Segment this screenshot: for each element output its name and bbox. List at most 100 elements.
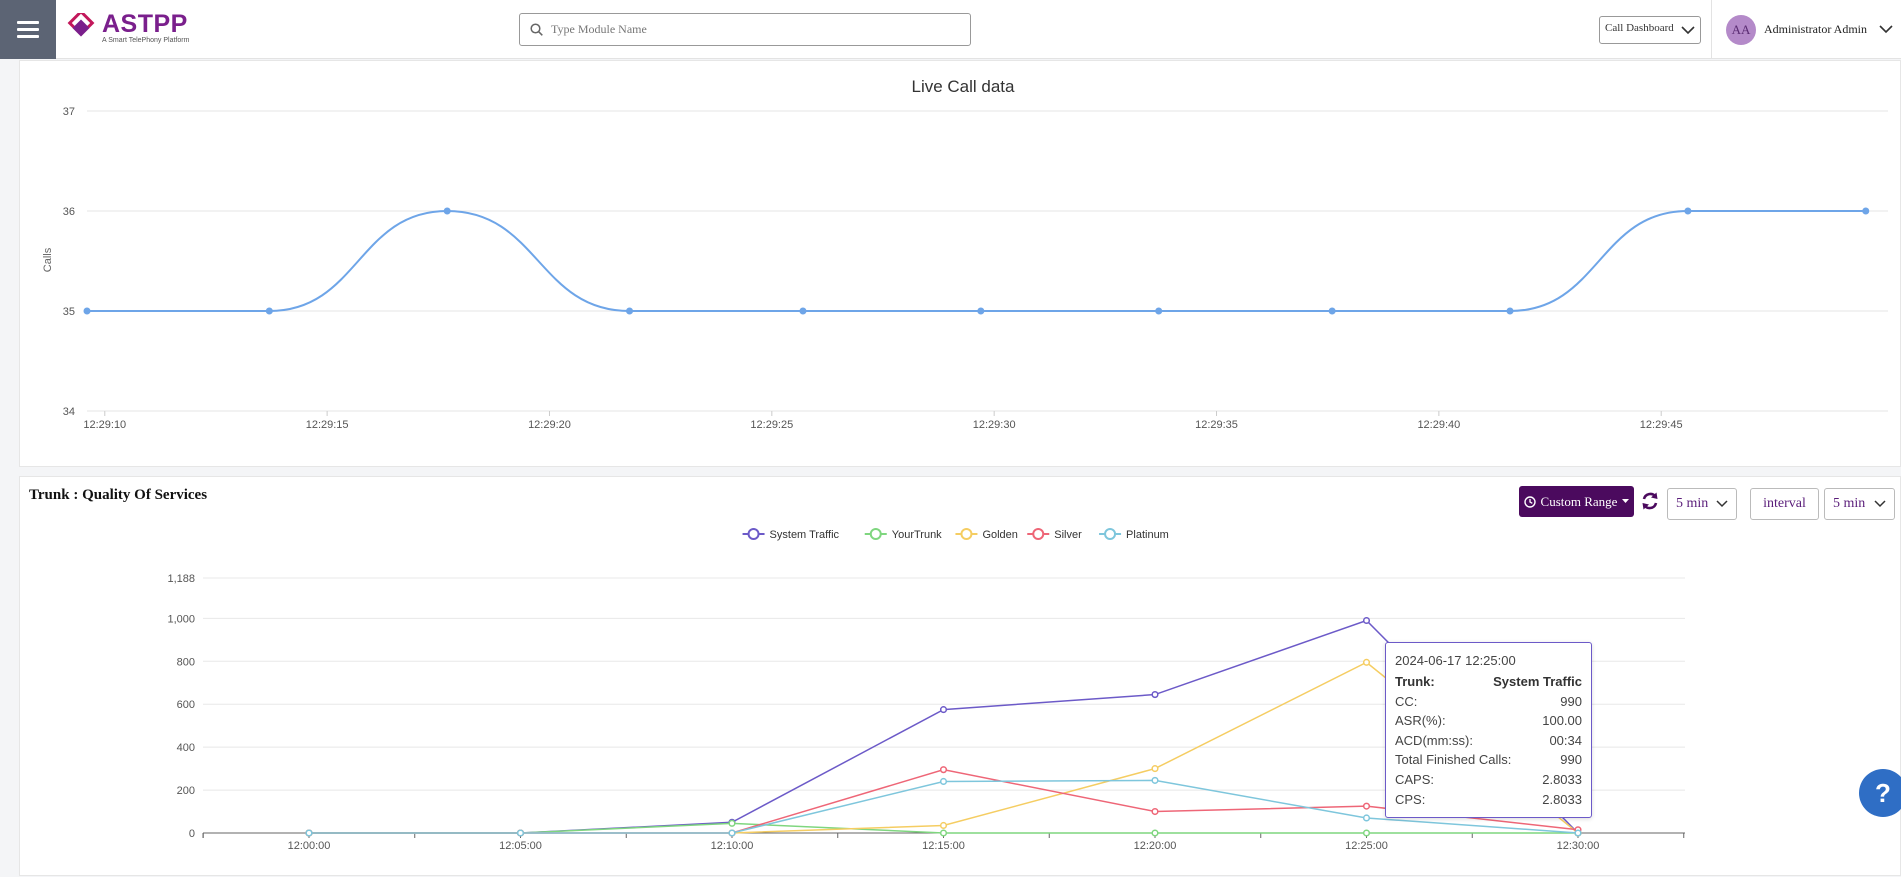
legend-label: Golden: [982, 529, 1017, 541]
tooltip-label: ACD(mm:ss):: [1395, 732, 1473, 748]
x-tick-label: 12:20:00: [1134, 840, 1177, 852]
tooltip-value: 990: [1560, 693, 1582, 709]
search-icon: [530, 23, 543, 36]
caret-down-icon: [1622, 499, 1630, 503]
data-point: [939, 821, 948, 830]
tooltip-time: 2024-06-17 12:25:00: [1395, 653, 1516, 668]
legend-label: Silver: [1054, 529, 1082, 541]
data-point: [977, 307, 985, 315]
interval-label: interval: [1763, 496, 1806, 511]
series-line: [86, 209, 1866, 312]
range-select[interactable]: 5 min: [1667, 488, 1737, 520]
data-point: [1574, 829, 1582, 837]
astpp-logo-icon: [67, 13, 95, 37]
legend-label: YourTrunk: [892, 529, 942, 541]
data-point: [728, 829, 736, 837]
legend-marker: [1032, 528, 1045, 540]
trunk-qos-panel: Trunk : Quality Of Services System Traff…: [19, 476, 1901, 876]
data-point: [1862, 207, 1870, 215]
top-bar: ASTPP A Smart TelePhony Platform Call Da…: [0, 0, 1901, 59]
data-point: [305, 829, 313, 837]
y-tick-label: 600: [177, 699, 195, 711]
y-tick-label: 400: [177, 742, 195, 754]
chevron-down-icon: [1716, 500, 1728, 508]
data-point: [1506, 307, 1514, 315]
x-tick-label: 12:29:10: [83, 419, 126, 431]
chevron-down-icon: [1879, 25, 1893, 34]
help-icon: ?: [1875, 777, 1891, 808]
data-point: [1362, 616, 1371, 625]
legend-label: System Traffic: [770, 529, 840, 541]
help-button[interactable]: ?: [1859, 769, 1901, 817]
tooltip-label: CPS:: [1395, 791, 1426, 807]
y-tick-label: 36: [63, 206, 75, 218]
legend-item: Silver: [1027, 528, 1082, 541]
data-point: [1362, 829, 1371, 837]
tooltip-value: 2.8033: [1542, 771, 1582, 787]
legend-item: YourTrunk: [864, 528, 942, 541]
x-tick-label: 12:30:00: [1557, 840, 1600, 852]
dashboard-select[interactable]: Call Dashboard: [1599, 16, 1701, 44]
x-tick-label: 12:29:35: [1195, 419, 1238, 431]
clock-icon: [1523, 495, 1536, 508]
legend-item: System Traffic: [742, 528, 840, 541]
search-input[interactable]: [551, 22, 951, 37]
legend-marker: [747, 528, 760, 540]
data-point: [1362, 802, 1371, 810]
data-point: [626, 307, 634, 315]
x-tick-label: 12:29:15: [306, 419, 349, 431]
trunk-qos-chart: System Traffic YourTrunk Golden Silver Plati…: [167, 528, 1685, 852]
x-tick-label: 12:29:40: [1417, 419, 1460, 431]
tooltip-label: CC:: [1395, 693, 1418, 709]
data-point: [939, 706, 948, 714]
x-tick-label: 12:29:25: [750, 419, 793, 431]
y-tick-label: 34: [63, 406, 75, 418]
data-point: [1151, 765, 1159, 773]
tooltip-label: Trunk:: [1395, 674, 1435, 689]
tooltip-value: System Traffic: [1493, 674, 1582, 689]
data-point: [1151, 829, 1159, 837]
legend-marker: [1104, 528, 1117, 540]
module-search[interactable]: [519, 13, 971, 46]
data-point: [1684, 207, 1692, 215]
data-point: [1155, 307, 1163, 315]
legend-marker: [869, 528, 882, 540]
menu-toggle-button[interactable]: [0, 0, 56, 59]
refresh-icon[interactable]: [1640, 490, 1660, 512]
data-point: [1362, 658, 1371, 666]
data-point: [1362, 814, 1371, 822]
tooltip-label: ASR(%):: [1395, 713, 1446, 729]
custom-range-button[interactable]: Custom Range: [1519, 486, 1634, 517]
x-tick-label: 12:05:00: [499, 840, 542, 852]
interval-button[interactable]: interval: [1750, 488, 1819, 520]
user-name: Administrator Admin: [1764, 22, 1867, 36]
tooltip-row: ASR(%): 100.00: [1395, 711, 1582, 731]
x-tick-label: 12:29:20: [528, 419, 571, 431]
tooltip-row: ACD(mm:ss): 00:34: [1395, 731, 1582, 751]
chart-tooltip: 2024-06-17 12:25:00 Trunk: System Traffic…: [1385, 642, 1592, 818]
tooltip-row: CPS: 2.8033: [1395, 790, 1582, 810]
data-point: [1328, 307, 1336, 315]
data-point: [443, 207, 451, 215]
logo-tagline: A Smart TelePhony Platform: [102, 37, 190, 44]
tooltip-value: 990: [1560, 752, 1582, 768]
data-point: [939, 829, 948, 837]
user-menu[interactable]: AA Administrator Admin: [1711, 0, 1901, 59]
y-tick-label: 35: [63, 306, 75, 318]
x-tick-label: 12:25:00: [1345, 840, 1388, 852]
data-point: [1151, 691, 1159, 699]
tooltip-row: Total Finished Calls: 990: [1395, 750, 1582, 770]
y-tick-label: 37: [63, 106, 75, 118]
y-tick-label: 800: [177, 656, 195, 668]
y-axis-label: Calls: [42, 247, 54, 272]
chart-title: Live Call data: [911, 77, 1015, 96]
dashboard-select-value: Call Dashboard: [1605, 22, 1674, 34]
hamburger-icon: [17, 19, 39, 40]
x-tick-label: 12:15:00: [922, 840, 965, 852]
tooltip-value: 00:34: [1549, 732, 1582, 748]
interval-select[interactable]: 5 min: [1824, 488, 1895, 520]
y-tick-label: 200: [177, 785, 195, 797]
legend-marker: [960, 528, 973, 540]
logo[interactable]: ASTPP A Smart TelePhony Platform: [66, 10, 189, 46]
tooltip-value: 2.8033: [1542, 791, 1582, 807]
